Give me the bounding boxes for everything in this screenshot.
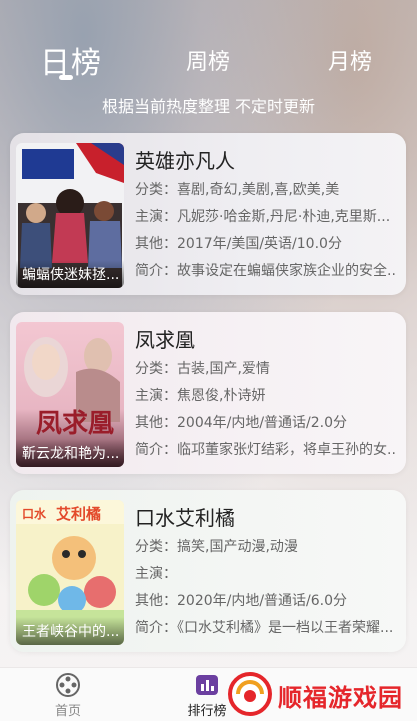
- watermark-logo-icon: [228, 672, 272, 716]
- poster-caption: 蝙蝠侠迷妹拯...: [16, 260, 124, 288]
- movie-other: 其他：2017年/美国/英语/10.0分: [135, 236, 342, 252]
- poster-caption: 王者峡谷中的...: [16, 617, 124, 645]
- movie-title: 英雄亦凡人: [135, 149, 235, 173]
- movie-cast: 主演：焦恩俊,朴诗妍: [135, 388, 266, 404]
- tab-weekly[interactable]: 周榜: [186, 44, 230, 76]
- tab-monthly[interactable]: 月榜: [328, 44, 372, 76]
- movie-poster[interactable]: 口水 艾利橘 王者峡谷中的...: [16, 500, 124, 645]
- movie-card[interactable]: 凤求凰 靳云龙和艳为... 凤求凰 分类：古装,国产,爱情 主演：焦恩俊,朴诗妍…: [10, 312, 406, 474]
- ranking-chart-icon: [194, 672, 220, 698]
- movie-card[interactable]: 口水 艾利橘 王者峡谷中的... 口水艾利橘 分类：搞笑,国产动漫,动漫 主演：…: [10, 490, 406, 652]
- movie-intro: 简介：临邛董家张灯结彩，将卓王孙的女...: [135, 442, 397, 458]
- movie-poster[interactable]: 蝙蝠侠迷妹拯...: [16, 143, 124, 288]
- movie-other: 其他：2004年/内地/普通话/2.0分: [135, 415, 348, 431]
- movie-genre: 分类：搞笑,国产动漫,动漫: [135, 539, 298, 555]
- movie-genre: 分类：古装,国产,爱情: [135, 361, 270, 377]
- poster-logo-text: 艾利橘: [56, 505, 101, 523]
- ranking-subtitle: 根据当前热度整理 不定时更新: [101, 97, 316, 116]
- movie-title: 口水艾利橘: [135, 506, 235, 530]
- movie-other: 其他：2020年/内地/普通话/6.0分: [135, 593, 348, 609]
- movie-card[interactable]: 蝙蝠侠迷妹拯... 英雄亦凡人 分类：喜剧,奇幻,美剧,喜,欧美,美 主演：凡妮…: [10, 133, 406, 295]
- nav-ranking[interactable]: 排行榜: [185, 672, 229, 719]
- movie-intro: 简介：故事设定在蝙蝠侠家族企业的安全...: [135, 263, 397, 279]
- movie-cast: 主演：: [135, 566, 177, 582]
- nav-ranking-label: 排行榜: [187, 704, 227, 719]
- poster-logo-text: 口水: [22, 506, 47, 521]
- movie-title: 凤求凰: [135, 328, 195, 352]
- nav-home[interactable]: 首页: [48, 672, 88, 719]
- poster-title-art: 凤求凰: [36, 409, 114, 439]
- ranking-tabs: 日榜 周榜 月榜: [0, 30, 417, 90]
- movie-poster[interactable]: 凤求凰 靳云龙和艳为...: [16, 322, 124, 467]
- watermark-text: 顺福游戏园: [278, 684, 403, 712]
- nav-home-label: 首页: [54, 704, 81, 719]
- poster-caption: 靳云龙和艳为...: [16, 439, 124, 467]
- site-watermark: 顺福游戏园: [228, 672, 413, 716]
- film-reel-icon: [55, 672, 81, 698]
- movie-cast: 主演：凡妮莎·哈金斯,丹尼·朴迪,克里斯...: [135, 209, 391, 225]
- movie-intro: 简介：《口水艾利橘》是一档以王者荣耀...: [135, 620, 394, 636]
- active-tab-indicator: [59, 75, 73, 80]
- movie-genre: 分类：喜剧,奇幻,美剧,喜,欧美,美: [135, 182, 340, 198]
